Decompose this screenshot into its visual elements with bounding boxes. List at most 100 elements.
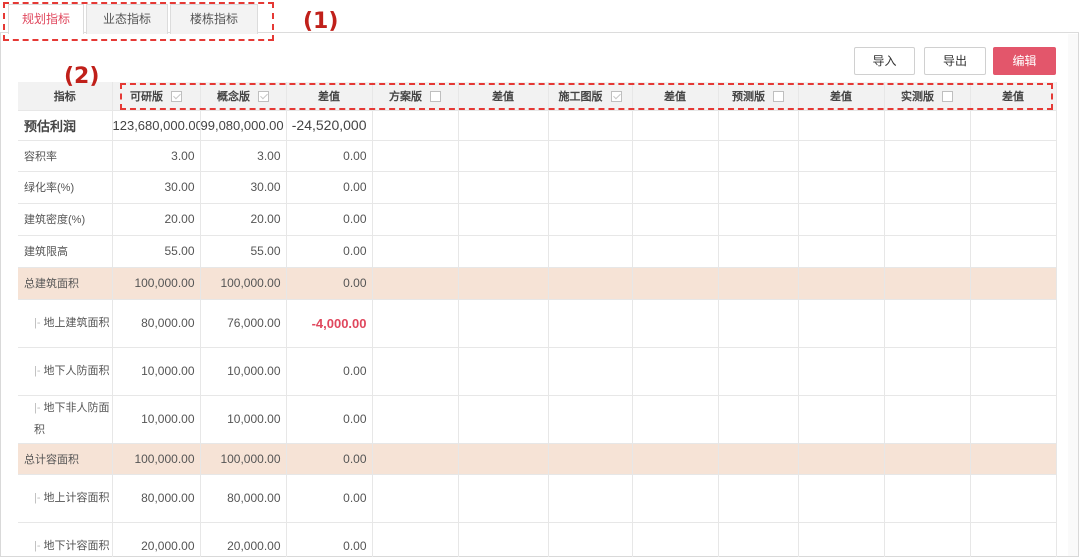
indicator-name: 建筑限高 [24,246,68,258]
version-checkbox[interactable] [430,91,441,103]
empty-cell [970,474,1057,523]
export-button[interactable]: 导出 [924,47,986,75]
indicator-name-cell: |- 地下计容面积 [18,522,113,557]
edit-button[interactable]: 编辑 [993,47,1056,75]
empty-cell [372,267,459,300]
column-header-label: 预测版 [732,90,765,103]
table-body: 预估利润 123,680,000.00 99,080,000.00 -24,520,0… [18,110,1057,557]
concept-value-cell: 3.00 [200,140,287,172]
empty-cell [632,110,719,141]
empty-cell [548,299,633,348]
empty-cell [548,203,633,236]
empty-cell [458,140,549,172]
concept-value-cell: 20.00 [200,203,287,236]
column-header-2: 概念版 [200,82,287,111]
empty-cell [884,140,971,172]
empty-cell [548,110,633,141]
tab-business-indicators[interactable]: 业态指标 [86,4,168,34]
empty-cell [718,443,799,475]
table-row: |- 地上计容面积 80,000.00 80,000.00 0.00 [18,474,1057,523]
empty-cell [548,443,633,475]
empty-cell [548,171,633,204]
empty-cell [798,235,885,268]
concept-value-cell: 80,000.00 [200,474,287,523]
indicator-name-cell: 容积率 [18,140,113,172]
import-button[interactable]: 导入 [854,47,915,75]
column-header-11: 差值 [970,82,1057,111]
column-header-label: 差值 [1002,90,1024,103]
indicator-name-cell: 建筑限高 [18,235,113,268]
empty-cell [458,235,549,268]
indicator-name: 地下人防面积 [43,365,110,377]
indicator-name-cell: |- 地上建筑面积 [18,299,113,348]
concept-value-cell: 100,000.00 [200,443,287,475]
difference-value-cell: 0.00 [286,522,373,557]
column-header-label: 方案版 [389,90,422,103]
table-row: |- 地下人防面积 10,000.00 10,000.00 0.00 [18,347,1057,396]
empty-cell [884,347,971,396]
column-header-label: 实测版 [901,90,934,103]
empty-cell [970,203,1057,236]
annotation-label-2: (2) [64,64,100,89]
indicator-name-cell: 预估利润 [18,110,113,141]
empty-cell [884,395,971,444]
empty-cell [970,267,1057,300]
empty-cell [798,171,885,204]
table-row: 建筑密度(%) 20.00 20.00 0.00 [18,203,1057,236]
feasibility-value-cell: 55.00 [112,235,201,268]
difference-value-cell: 0.00 [286,474,373,523]
tab-planning-indicators[interactable]: 规划指标 [8,4,84,34]
difference-value-cell: 0.00 [286,235,373,268]
empty-cell [632,395,719,444]
empty-cell [884,522,971,557]
empty-cell [548,140,633,172]
tree-branch-icon: |- [34,317,41,329]
table-row: 预估利润 123,680,000.00 99,080,000.00 -24,520,0… [18,110,1057,141]
column-header-8: 预测版 [718,82,799,111]
indicator-name-cell: 绿化率(%) [18,171,113,204]
version-checkbox[interactable] [171,91,182,103]
empty-cell [718,235,799,268]
empty-cell [718,203,799,236]
empty-cell [798,395,885,444]
version-checkbox[interactable] [773,91,784,103]
table-row: 建筑限高 55.00 55.00 0.00 [18,235,1057,268]
empty-cell [458,522,549,557]
empty-cell [458,474,549,523]
empty-cell [884,267,971,300]
version-checkbox[interactable] [258,91,269,103]
difference-value-cell: 0.00 [286,267,373,300]
empty-cell [458,267,549,300]
indicator-name-cell: 总建筑面积 [18,267,113,300]
empty-cell [798,267,885,300]
empty-cell [884,235,971,268]
column-header-7: 差值 [632,82,719,111]
indicator-name: 建筑密度(%) [24,214,86,226]
version-checkbox[interactable] [610,91,622,103]
empty-cell [970,347,1057,396]
table-row: 总建筑面积 100,000.00 100,000.00 0.00 [18,267,1057,300]
empty-cell [970,140,1057,172]
concept-value-cell: 30.00 [200,171,287,204]
empty-cell [798,203,885,236]
indicator-name-cell: 建筑密度(%) [18,203,113,236]
empty-cell [798,347,885,396]
empty-cell [798,140,885,172]
empty-cell [718,110,799,141]
indicator-name: 地下计容面积 [43,540,110,552]
empty-cell [458,299,549,348]
empty-cell [632,171,719,204]
concept-value-cell: 100,000.00 [200,267,287,300]
indicator-name: 地上计容面积 [43,492,110,504]
feasibility-value-cell: 20,000.00 [112,522,201,557]
empty-cell [718,474,799,523]
vertical-scrollbar[interactable] [1068,34,1078,556]
version-checkbox[interactable] [942,91,953,103]
concept-value-cell: 10,000.00 [200,395,287,444]
difference-value-cell: 0.00 [286,171,373,204]
empty-cell [970,110,1057,141]
difference-value-cell: 0.00 [286,443,373,475]
empty-cell [458,171,549,204]
tab-building-indicators[interactable]: 楼栋指标 [170,4,258,34]
empty-cell [458,443,549,475]
